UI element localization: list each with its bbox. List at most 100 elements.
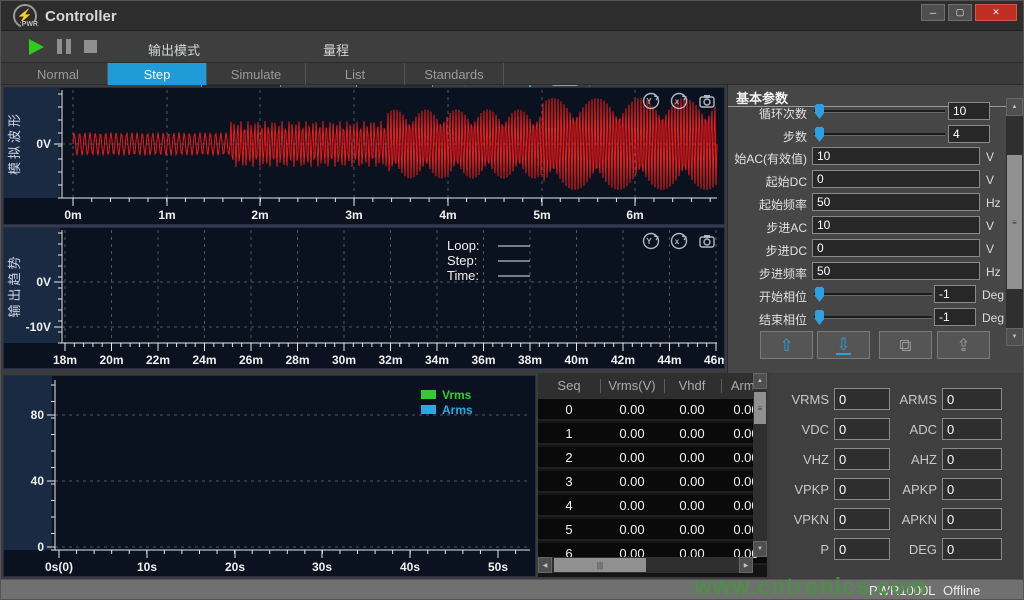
play-button[interactable] [29,39,44,55]
x-tick-label: 40s [400,560,420,574]
x-autoscale-button[interactable]: x [669,231,689,251]
chart-legend: VrmsArms [421,387,473,417]
move-up-icon: ⇧ [779,337,793,354]
close-button[interactable]: ✕ [975,4,1017,21]
param-slider-thumb[interactable] [815,127,824,142]
table-row[interactable]: 20.000.000.00 [538,447,767,469]
maximize-button[interactable]: ▢ [948,4,972,21]
param-slider-thumb[interactable] [815,310,824,325]
param-value-input[interactable] [934,285,976,303]
move-up-button[interactable]: ⇧ [760,331,813,359]
scroll-down-button[interactable]: ▼ [1006,328,1023,346]
param-unit: Deg [982,288,1004,302]
insert-down-button[interactable]: ⇩ [817,331,870,359]
param-label: 始AC(有效值) [734,150,807,167]
x-autoscale-icon: x [669,91,689,111]
x-tick-label: 6m [626,208,643,222]
param-slider-track[interactable] [814,133,945,136]
table-cell: 0.00 [679,402,704,417]
scrollbar-thumb[interactable]: ≡ [1007,155,1022,289]
x-tick-label: 30s [312,560,332,574]
scroll-up-button[interactable]: ▲ [753,373,767,389]
measure-label-p: P [820,542,829,557]
x-tick-label: 1m [158,208,175,222]
minimize-button[interactable]: ─ [921,4,945,21]
measure-value-p[interactable] [834,538,890,560]
measure-value-adc[interactable] [942,418,1002,440]
sequence-table: SeqVrms(V)VhdfArms00.000.000.0010.000.00… [538,373,767,577]
param-slider-track[interactable] [814,293,932,296]
param-slider-thumb[interactable] [815,104,824,119]
scroll-right-button[interactable]: ▶ [739,557,753,573]
x-tick-label: 38m [518,353,542,367]
measure-value-vrms[interactable] [834,388,890,410]
pause-button[interactable] [57,39,72,54]
y-tick-label: 80 [31,408,45,422]
x-tick-label: 10s [137,560,157,574]
param-value-input[interactable] [934,308,976,326]
measure-label-arms: ARMS [899,392,937,407]
param-value-input[interactable] [812,147,980,165]
param-value-input[interactable] [812,216,980,234]
x-tick-label: 40m [564,353,588,367]
copy-step-button[interactable]: ⧉ [879,331,932,359]
tab-standards[interactable]: Standards [405,63,504,85]
tab-list[interactable]: List [306,63,405,85]
param-value-input[interactable] [948,102,990,120]
scrollbar-thumb[interactable]: ||| [554,558,646,572]
measure-value-vpkp[interactable] [834,478,890,500]
x-tick-label: 0m [64,208,81,222]
pause-bar [66,39,71,54]
column-header: Vhdf [679,378,706,393]
measure-value-vpkn[interactable] [834,508,890,530]
scroll-up-button[interactable]: ▲ [1006,98,1023,116]
param-slider-track[interactable] [814,110,945,113]
measure-label-vdc: VDC [802,422,829,437]
scroll-left-button[interactable]: ◀ [538,557,552,573]
y-autoscale-button[interactable]: Y [641,91,661,111]
table-row[interactable]: 30.000.000.00 [538,471,767,493]
table-row[interactable]: 40.000.000.00 [538,495,767,517]
y-autoscale-button[interactable]: Y [641,231,661,251]
table-row[interactable]: 10.000.000.00 [538,423,767,445]
measure-value-deg[interactable] [942,538,1002,560]
screenshot-button[interactable] [697,231,717,251]
overlay-label: Time: [447,268,479,283]
param-slider-thumb[interactable] [815,287,824,302]
table-row[interactable]: 50.000.000.00 [538,519,767,541]
scrollbar-thumb[interactable]: ≡ [754,392,766,424]
x-tick-label: 50s [488,560,508,574]
table-row[interactable]: 00.000.000.00 [538,399,767,421]
measure-value-vhz[interactable] [834,448,890,470]
param-value-input[interactable] [812,170,980,188]
tab-simulate[interactable]: Simulate [207,63,306,85]
tab-normal[interactable]: Normal [9,63,108,85]
measure-value-apkp[interactable] [942,478,1002,500]
table-cell: 0.00 [679,450,704,465]
stop-button[interactable] [84,40,97,53]
scroll-down-button[interactable]: ▼ [753,541,767,557]
param-value-input[interactable] [812,262,980,280]
svg-text:x: x [675,237,680,246]
measure-value-vdc[interactable] [834,418,890,440]
x-tick-label: 0s(0) [45,560,73,574]
param-value-input[interactable] [812,193,980,211]
export-step-button[interactable]: ⇪ [937,331,990,359]
table-cell: 1 [565,426,572,441]
overlay-label: Step: [447,253,477,268]
trend-chart-panel: 输出趋势18m20m22m24m26m28m30m32m34m36m38m40m… [3,227,725,369]
range-label: 量程 [323,40,349,59]
x-autoscale-button[interactable]: x [669,91,689,111]
measure-value-apkn[interactable] [942,508,1002,530]
tab-step[interactable]: Step [108,63,207,85]
x-autoscale-icon: x [669,231,689,251]
param-label: 结束相位 [759,311,807,328]
param-value-input[interactable] [948,125,990,143]
measure-value-arms[interactable] [942,388,1002,410]
x-tick-label: 28m [285,353,309,367]
measure-label-ahz: AHZ [911,452,937,467]
param-slider-track[interactable] [814,316,932,319]
param-value-input[interactable] [812,239,980,257]
screenshot-button[interactable] [697,91,717,111]
measure-value-ahz[interactable] [942,448,1002,470]
